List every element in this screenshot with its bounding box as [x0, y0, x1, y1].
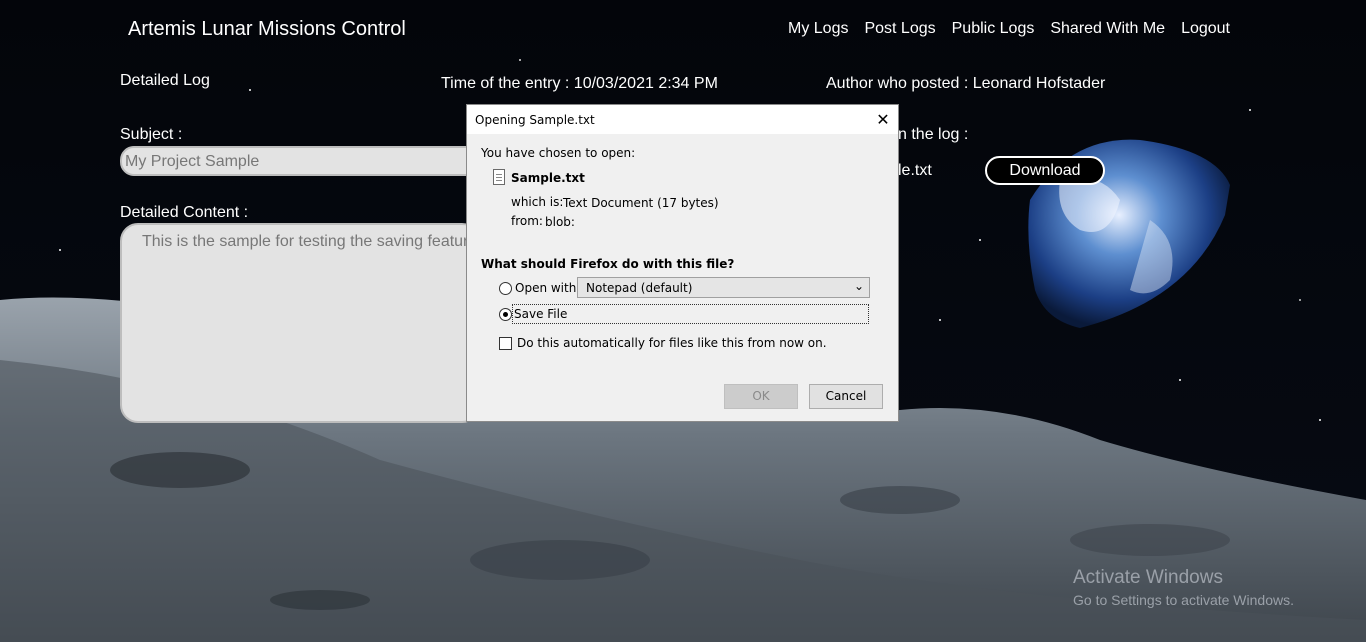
- text-file-icon: [493, 169, 505, 185]
- chevron-down-icon: ⌄: [853, 279, 864, 293]
- open-with-app-select[interactable]: Notepad (default) ⌄: [577, 277, 870, 298]
- entry-author: Author who posted : Leonard Hofstader: [826, 75, 1106, 92]
- subject-field[interactable]: My Project Sample: [120, 146, 480, 176]
- which-is-value: Text Document (17 bytes): [563, 196, 719, 210]
- activate-title: Activate Windows: [1073, 567, 1223, 588]
- top-nav: My Logs Post Logs Public Logs Shared Wit…: [788, 20, 1230, 38]
- nav-shared-with-me[interactable]: Shared With Me: [1050, 20, 1165, 38]
- activate-windows-watermark: Activate Windows Go to Settings to activ…: [1073, 567, 1294, 608]
- subject-label: Subject :: [120, 126, 183, 143]
- which-is-label: which is:: [511, 195, 564, 209]
- nav-my-logs[interactable]: My Logs: [788, 20, 848, 38]
- chosen-text: You have chosen to open:: [481, 146, 636, 160]
- dialog-question: What should Firefox do with this file?: [481, 257, 735, 271]
- nav-public-logs[interactable]: Public Logs: [952, 20, 1035, 38]
- dialog-titlebar: Opening Sample.txt ✕: [467, 105, 898, 134]
- open-with-app-value: Notepad (default): [586, 281, 693, 295]
- from-label: from:: [511, 214, 543, 228]
- save-file-label[interactable]: Save File: [514, 307, 567, 321]
- entry-time: Time of the entry : 10/03/2021 2:34 PM: [441, 75, 718, 92]
- detailed-log-heading: Detailed Log: [120, 72, 210, 89]
- attachment-filename: le.txt: [898, 162, 932, 179]
- save-file-radio[interactable]: [499, 308, 512, 321]
- dialog-filename: Sample.txt: [511, 171, 585, 185]
- ok-button[interactable]: OK: [724, 384, 798, 409]
- open-with-label[interactable]: Open with: [515, 281, 576, 295]
- auto-action-checkbox[interactable]: [499, 337, 512, 350]
- download-button[interactable]: Download: [985, 156, 1105, 185]
- content-field[interactable]: This is the sample for testing the savin…: [120, 223, 480, 423]
- attachment-label: n the log :: [898, 126, 969, 143]
- nav-post-logs[interactable]: Post Logs: [864, 20, 935, 38]
- cancel-button[interactable]: Cancel: [809, 384, 883, 409]
- brand-title: Artemis Lunar Missions Control: [128, 18, 406, 40]
- activate-subtitle: Go to Settings to activate Windows.: [1073, 592, 1294, 608]
- dialog-title: Opening Sample.txt: [475, 112, 595, 127]
- content-label: Detailed Content :: [120, 204, 249, 221]
- from-value: blob:: [545, 215, 575, 229]
- file-open-dialog: Opening Sample.txt ✕ You have chosen to …: [466, 104, 899, 422]
- close-icon[interactable]: ✕: [868, 110, 898, 129]
- open-with-radio[interactable]: [499, 282, 512, 295]
- nav-logout[interactable]: Logout: [1181, 20, 1230, 38]
- auto-action-label[interactable]: Do this automatically for files like thi…: [517, 336, 827, 350]
